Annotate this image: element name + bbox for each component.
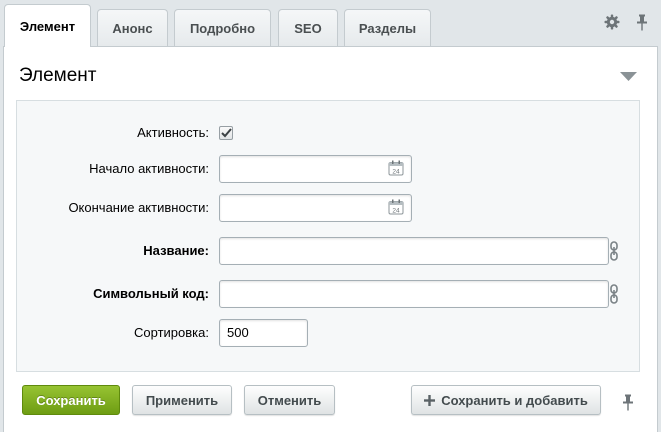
tab-element[interactable]: Элемент <box>4 4 91 47</box>
code-input[interactable] <box>219 280 609 308</box>
save-button[interactable]: Сохранить <box>22 385 120 415</box>
cancel-button[interactable]: Отменить <box>244 385 335 415</box>
name-label: Название: <box>143 243 209 258</box>
row-active: Активность: <box>17 119 639 147</box>
save-and-add-button[interactable]: Сохранить и добавить <box>411 385 601 415</box>
triangle-down-icon[interactable] <box>620 71 637 85</box>
sort-input[interactable]: 500 <box>219 319 308 347</box>
element-panel: Элемент Активность: Начало активности: 2… <box>3 46 658 432</box>
calendar-icon[interactable]: 24 <box>388 199 404 218</box>
code-label: Символьный код: <box>93 286 209 301</box>
start-date-label: Начало активности: <box>89 161 209 176</box>
active-checkbox[interactable] <box>219 126 233 140</box>
tab-sections[interactable]: Разделы <box>344 9 431 46</box>
row-start-date: Начало активности: 24 <box>17 155 639 183</box>
save-and-add-label: Сохранить и добавить <box>441 392 588 408</box>
pin-icon[interactable] <box>633 13 651 31</box>
panel-title: Элемент <box>19 65 97 86</box>
pin-icon[interactable] <box>622 394 634 414</box>
chain-link-icon[interactable] <box>610 284 618 307</box>
start-date-input[interactable] <box>219 155 412 183</box>
sort-label: Сортировка: <box>134 325 209 340</box>
tab-announce[interactable]: Анонс <box>97 9 168 46</box>
checkmark-icon <box>220 128 232 138</box>
tab-details[interactable]: Подробно <box>174 9 271 46</box>
tab-bar: Элемент Анонс Подробно SEO Разделы <box>0 0 661 47</box>
end-date-input[interactable] <box>219 194 412 222</box>
row-end-date: Окончание активности: 24 <box>17 194 639 222</box>
tab-seo[interactable]: SEO <box>278 9 338 46</box>
end-date-label: Окончание активности: <box>68 200 209 215</box>
chain-link-icon[interactable] <box>610 241 618 264</box>
apply-button[interactable]: Применить <box>132 385 232 415</box>
row-sort: Сортировка: 500 <box>17 319 639 347</box>
active-label: Активность: <box>137 125 209 140</box>
gear-icon[interactable] <box>603 13 621 31</box>
calendar-day: 24 <box>392 168 400 175</box>
name-input[interactable] <box>219 237 609 265</box>
form-box: Активность: Начало активности: 24 Оконча… <box>16 100 640 372</box>
tab-tools <box>603 13 651 31</box>
calendar-icon[interactable]: 24 <box>388 160 404 179</box>
row-name: Название: <box>17 237 639 265</box>
calendar-day: 24 <box>392 207 400 214</box>
plus-icon <box>424 394 436 406</box>
row-code: Символьный код: <box>17 280 639 308</box>
